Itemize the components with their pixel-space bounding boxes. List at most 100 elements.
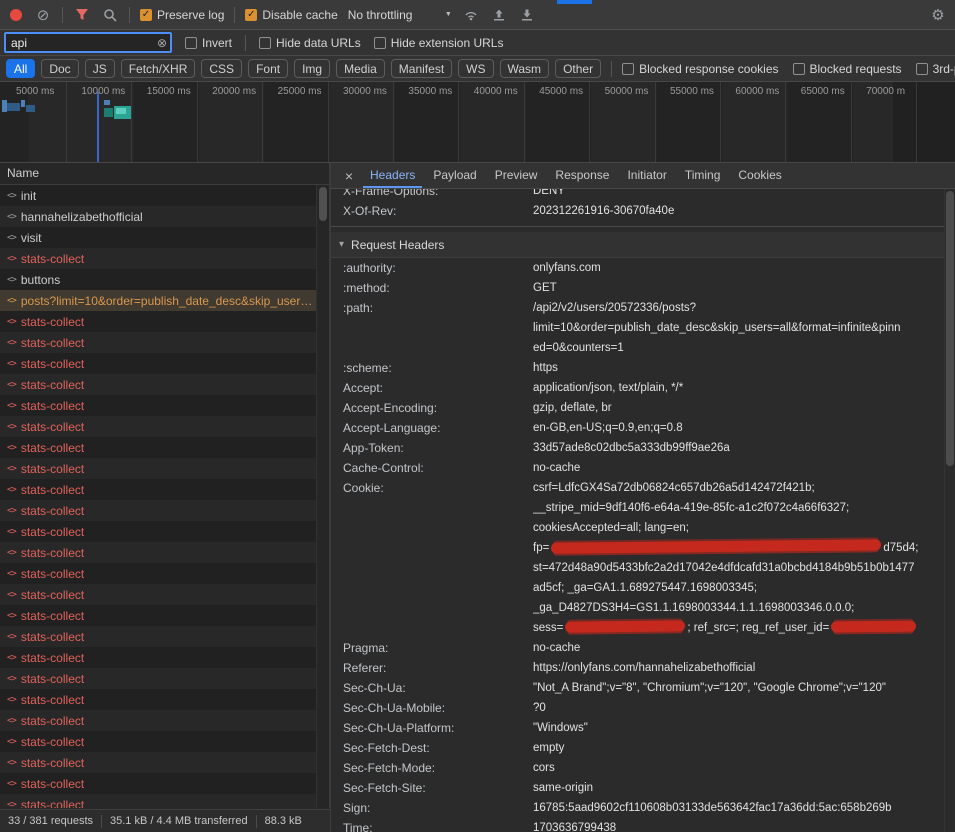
request-row[interactable]: <>stats-collect	[0, 731, 317, 752]
request-row[interactable]: <>stats-collect	[0, 416, 317, 437]
network-filter-bar: ⊗ Invert Hide data URLs Hide extension U…	[0, 30, 955, 56]
hide-data-urls-checkbox[interactable]: Hide data URLs	[259, 36, 361, 50]
clear-filter-icon[interactable]: ⊗	[157, 37, 167, 49]
request-row[interactable]: <>posts?limit=10&order=publish_date_desc…	[0, 290, 317, 311]
request-list-scrollbar[interactable]	[316, 185, 329, 808]
request-row[interactable]: <>stats-collect	[0, 710, 317, 731]
request-row[interactable]: <>stats-collect	[0, 773, 317, 794]
scrollbar-thumb[interactable]	[319, 187, 327, 221]
filter-pill-all[interactable]: All	[6, 59, 35, 78]
settings-gear-icon[interactable]: ⚙	[929, 6, 947, 24]
filterbar-divider	[245, 35, 246, 51]
timeline-tick-label: 65000 ms	[801, 86, 845, 97]
import-har-icon[interactable]	[490, 6, 508, 24]
tab-cookies[interactable]: Cookies	[731, 163, 788, 188]
request-name: stats-collect	[21, 462, 84, 476]
hide-extension-urls-checkbox[interactable]: Hide extension URLs	[374, 36, 504, 50]
scrollbar-thumb[interactable]	[946, 191, 954, 466]
request-row[interactable]: <>stats-collect	[0, 500, 317, 521]
filter-input[interactable]	[6, 36, 170, 50]
checkbox-label: 3rd-party requests	[933, 62, 955, 76]
request-row[interactable]: <>stats-collect	[0, 248, 317, 269]
request-row[interactable]: <>stats-collect	[0, 647, 317, 668]
preserve-log-checkbox[interactable]: ✓ Preserve log	[140, 8, 224, 22]
filter-pill-img[interactable]: Img	[294, 59, 330, 78]
details-scrollbar[interactable]	[944, 189, 955, 832]
record-button[interactable]	[10, 9, 22, 21]
request-row[interactable]: <>stats-collect	[0, 689, 317, 710]
request-row[interactable]: <>stats-collect	[0, 752, 317, 773]
request-row[interactable]: <>stats-collect	[0, 437, 317, 458]
checkbox-blocked-requests[interactable]: Blocked requests	[793, 62, 902, 76]
request-row[interactable]: <>stats-collect	[0, 584, 317, 605]
request-row[interactable]: <>stats-collect	[0, 626, 317, 647]
header-name: Sec-Ch-Ua-Mobile:	[343, 698, 533, 718]
request-row[interactable]: <>stats-collect	[0, 542, 317, 563]
tab-headers[interactable]: Headers	[363, 163, 422, 188]
filter-pill-ws[interactable]: WS	[458, 59, 493, 78]
request-headers-section-header[interactable]: ▾ Request Headers	[331, 232, 945, 258]
request-row[interactable]: <>visit	[0, 227, 317, 248]
filter-pill-doc[interactable]: Doc	[41, 59, 78, 78]
tab-initiator[interactable]: Initiator	[620, 163, 673, 188]
request-row[interactable]: <>stats-collect	[0, 668, 317, 689]
timeline-tick-label: 20000 ms	[212, 86, 256, 97]
request-name: stats-collect	[21, 441, 84, 455]
request-row[interactable]: <>stats-collect	[0, 479, 317, 500]
script-icon: <>	[7, 485, 16, 495]
script-icon: <>	[7, 317, 16, 327]
header-row: Referer:https://onlyfans.com/hannaheliza…	[331, 658, 945, 678]
request-row[interactable]: <>stats-collect	[0, 332, 317, 353]
tab-payload[interactable]: Payload	[426, 163, 483, 188]
throttling-dropdown[interactable]: No throttling ▼	[348, 8, 452, 22]
toolbar-divider	[62, 7, 63, 23]
tab-preview[interactable]: Preview	[488, 163, 545, 188]
tab-timing[interactable]: Timing	[678, 163, 728, 188]
request-row[interactable]: <>buttons	[0, 269, 317, 290]
checkbox-3rd-party-requests[interactable]: 3rd-party requests	[916, 62, 955, 76]
request-row[interactable]: <>stats-collect	[0, 353, 317, 374]
filter-pill-font[interactable]: Font	[248, 59, 288, 78]
invert-checkbox[interactable]: Invert	[185, 36, 232, 50]
request-name: stats-collect	[21, 357, 84, 371]
requests-summary: 33 / 381 requests	[8, 815, 93, 827]
tab-response[interactable]: Response	[548, 163, 616, 188]
timeline-tick-label: 35000 ms	[408, 86, 452, 97]
search-icon[interactable]	[101, 6, 119, 24]
network-conditions-icon[interactable]	[462, 6, 480, 24]
request-row[interactable]: <>hannahelizabethofficial	[0, 206, 317, 227]
filter-icon[interactable]	[73, 6, 91, 24]
request-row[interactable]: <>stats-collect	[0, 605, 317, 626]
request-row[interactable]: <>init	[0, 185, 317, 206]
filter-pill-manifest[interactable]: Manifest	[391, 59, 452, 78]
checkbox-icon	[793, 63, 805, 75]
request-row[interactable]: <>stats-collect	[0, 311, 317, 332]
checkbox-blocked-response-cookies[interactable]: Blocked response cookies	[622, 62, 778, 76]
filter-pill-wasm[interactable]: Wasm	[500, 59, 550, 78]
filter-pill-other[interactable]: Other	[555, 59, 601, 78]
filter-pill-css[interactable]: CSS	[201, 59, 242, 78]
filter-pill-js[interactable]: JS	[85, 59, 115, 78]
script-icon: <>	[7, 422, 16, 432]
header-value: 33d57ade8c02dbc5a333db99ff9ae26a	[533, 438, 945, 458]
request-row[interactable]: <>stats-collect	[0, 395, 317, 416]
header-row: Accept:application/json, text/plain, */*	[331, 378, 945, 398]
request-row[interactable]: <>stats-collect	[0, 374, 317, 395]
export-har-icon[interactable]	[518, 6, 536, 24]
request-row[interactable]: <>stats-collect	[0, 458, 317, 479]
request-row[interactable]: <>stats-collect	[0, 563, 317, 584]
filter-pill-media[interactable]: Media	[336, 59, 385, 78]
close-details-icon[interactable]: ×	[337, 163, 361, 188]
header-value: empty	[533, 738, 945, 758]
name-column-header[interactable]: Name	[0, 163, 329, 185]
filter-pill-fetch-xhr[interactable]: Fetch/XHR	[121, 59, 196, 78]
timeline-overview[interactable]: 5000 ms10000 ms15000 ms20000 ms25000 ms3…	[0, 82, 955, 163]
script-icon: <>	[7, 296, 16, 306]
disable-cache-checkbox[interactable]: ✓ Disable cache	[245, 8, 337, 22]
redaction-scribble	[565, 621, 685, 633]
request-row[interactable]: <>stats-collect	[0, 794, 317, 808]
request-row[interactable]: <>stats-collect	[0, 521, 317, 542]
timeline-tick-label: 70000 m	[866, 86, 905, 97]
clear-network-log-icon[interactable]: ⊘	[34, 6, 52, 24]
response-headers-tail: X-Of-Rev:202312261916-30670fa40e	[331, 201, 945, 221]
